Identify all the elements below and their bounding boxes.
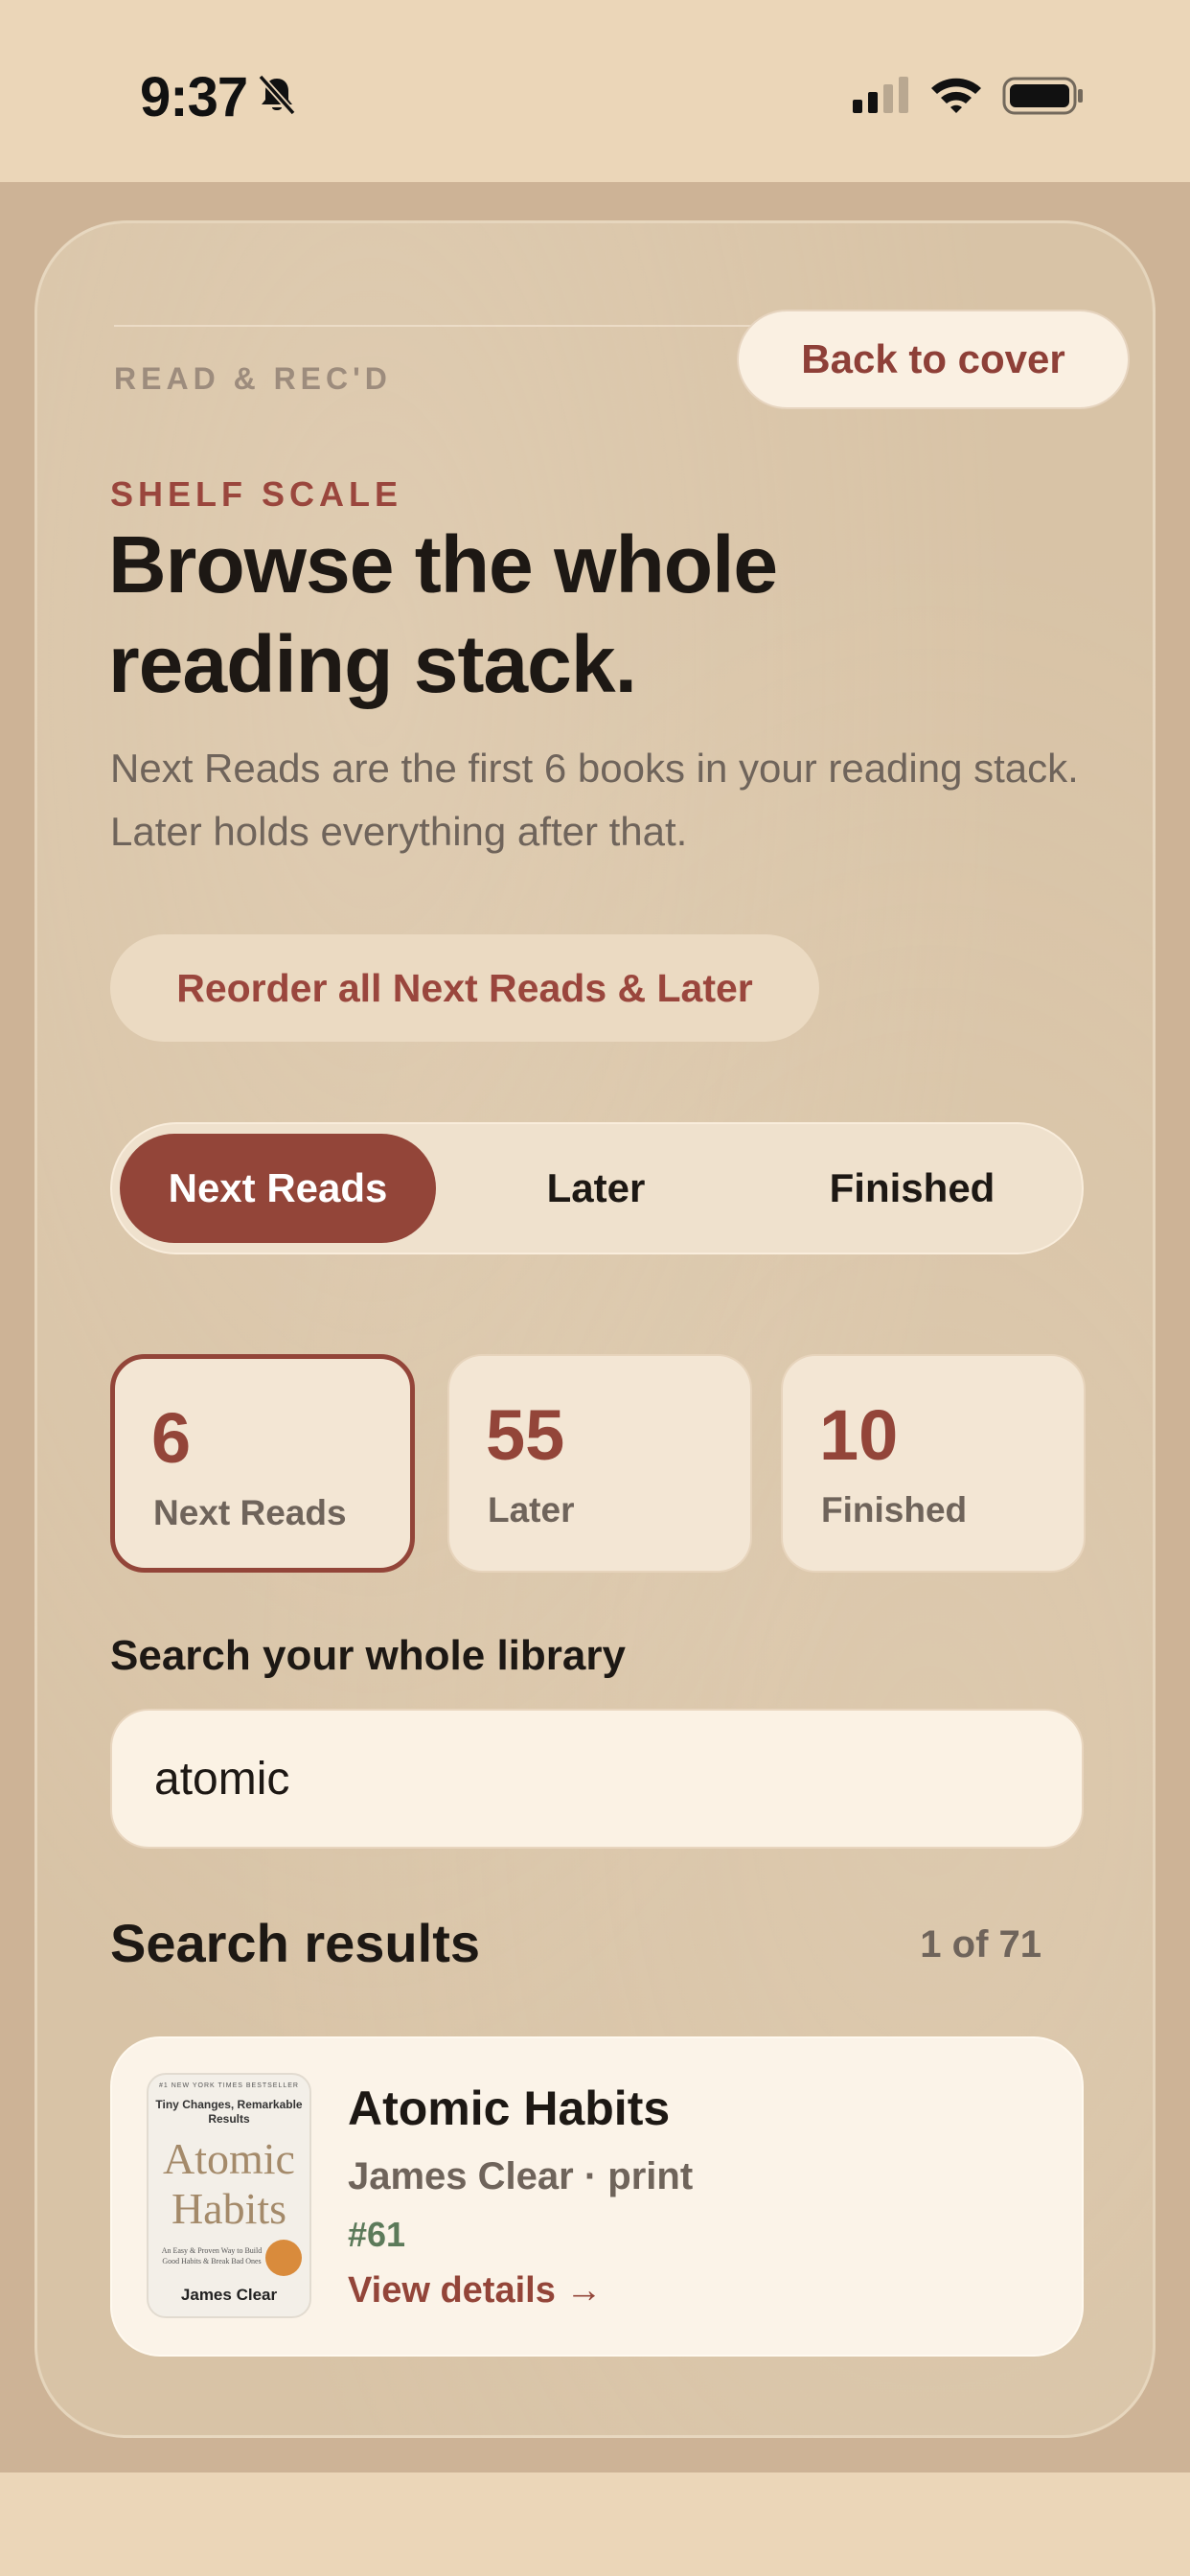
stat-value: 6 (151, 1398, 192, 1478)
book-title: Atomic Habits (348, 2082, 671, 2135)
shelf-tabs: Next Reads Later Finished (110, 1122, 1084, 1254)
page-title-line-2: reading stack. (108, 619, 637, 709)
results-count: 1 of 71 (920, 1923, 1041, 1966)
cover-title-line-2: Habits (171, 2184, 287, 2233)
search-input[interactable] (110, 1709, 1084, 1849)
cover-title-line-1: Atomic (163, 2134, 295, 2183)
cover-author: James Clear (180, 2286, 278, 2304)
tab-next-reads[interactable]: Next Reads (120, 1134, 436, 1243)
tab-later[interactable]: Later (438, 1134, 754, 1243)
page-title: Browse the whole reading stack. (108, 515, 1066, 714)
stat-card-next-reads[interactable]: 6 Next Reads (110, 1354, 415, 1573)
screen-background: READ & REC'D Back to cover SHELF SCALE B… (0, 182, 1190, 2472)
book-meta: James Clear · print (348, 2155, 694, 2197)
divider (114, 325, 785, 327)
stat-card-later[interactable]: 55 Later (447, 1354, 752, 1573)
cover-title: Atomic Habits (149, 2134, 309, 2234)
stat-label: Next Reads (153, 1493, 347, 1532)
page-title-line-1: Browse the whole (108, 519, 778, 610)
main-card: READ & REC'D Back to cover SHELF SCALE B… (34, 220, 1156, 2438)
reorder-button[interactable]: Reorder all Next Reads & Later (110, 934, 819, 1042)
book-rank: #61 (348, 2215, 406, 2254)
result-card[interactable]: #1 NEW YORK TIMES BESTSELLER Tiny Change… (110, 2036, 1084, 2357)
stat-value: 10 (819, 1395, 899, 1475)
stat-value: 55 (486, 1395, 565, 1475)
cover-banner: #1 NEW YORK TIMES BESTSELLER (158, 2082, 299, 2089)
brand-label: READ & REC'D (114, 361, 392, 396)
results-title: Search results (110, 1913, 480, 1973)
back-to-cover-button[interactable]: Back to cover (737, 310, 1130, 409)
status-bar: 9:37 (0, 0, 1190, 182)
battery-icon (1002, 77, 1083, 115)
cellular-signal-icon (853, 77, 908, 113)
cover-blurb: An Easy & Proven Way to Build Good Habit… (161, 2246, 263, 2266)
section-eyebrow: SHELF SCALE (110, 474, 403, 514)
view-details-link[interactable]: View details → (348, 2270, 602, 2312)
status-time: 9:37 (140, 66, 248, 128)
stat-label: Later (488, 1490, 575, 1530)
cover-subtitle: Tiny Changes, Remarkable Results (155, 2098, 303, 2126)
stat-card-finished[interactable]: 10 Finished (781, 1354, 1086, 1573)
cover-seal (265, 2240, 302, 2276)
bell-slash-icon (258, 74, 296, 116)
page-description: Next Reads are the first 6 books in your… (110, 746, 1079, 854)
search-label: Search your whole library (110, 1632, 626, 1679)
book-cover-image: #1 NEW YORK TIMES BESTSELLER Tiny Change… (147, 2073, 311, 2318)
stat-label: Finished (821, 1490, 968, 1530)
tab-finished[interactable]: Finished (754, 1134, 1070, 1243)
wifi-icon (931, 78, 981, 113)
